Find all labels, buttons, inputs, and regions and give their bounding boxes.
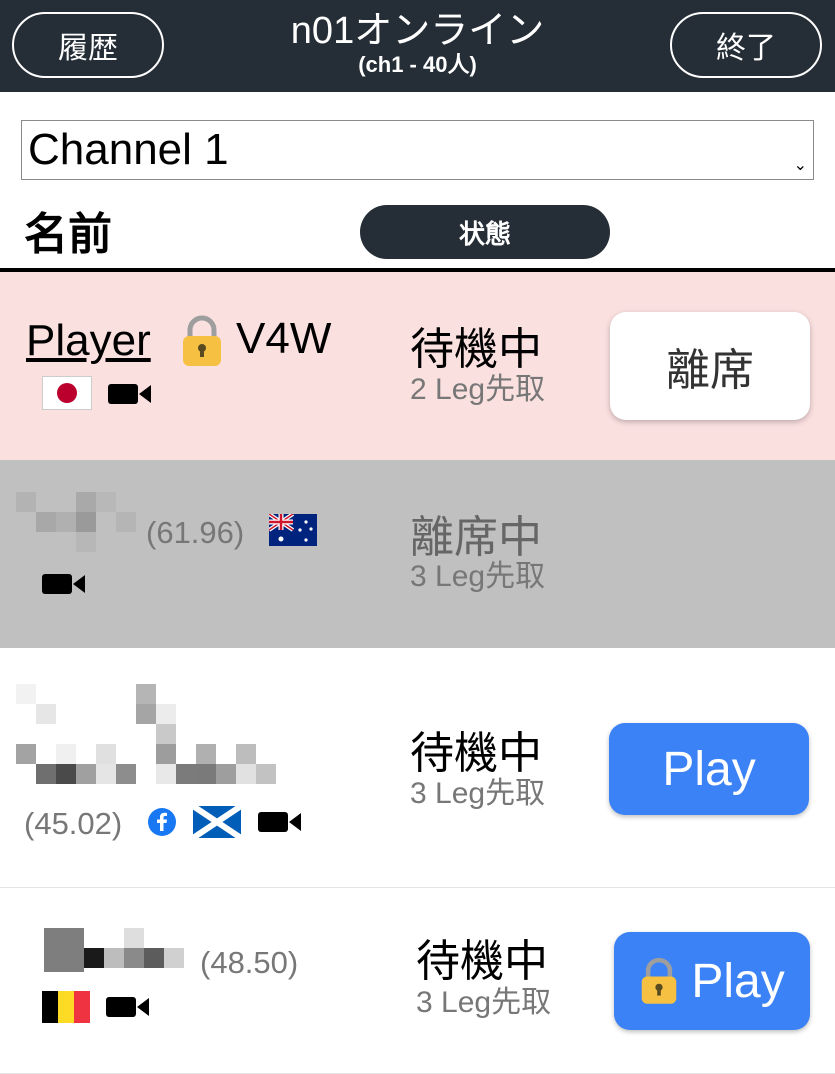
page-title: n01オンライン xyxy=(290,10,545,52)
video-icon xyxy=(42,574,85,594)
player-status: 離席中 xyxy=(410,512,542,563)
scotland-flag-icon xyxy=(193,806,241,838)
locked-play-button[interactable]: Play xyxy=(614,932,810,1030)
app-header: 履歴 n01オンライン (ch1 - 40人) 終了 xyxy=(0,0,835,92)
play-button[interactable]: Play xyxy=(609,723,809,815)
player-name-link[interactable]: Player xyxy=(26,316,151,366)
player-legs: 3 Leg先取 xyxy=(410,777,546,810)
belgium-flag-icon xyxy=(42,991,90,1023)
facebook-icon xyxy=(148,808,176,836)
player-row: (48.50) 待機中 3 Leg先取 Play xyxy=(0,888,835,1074)
player-legs: 3 Leg先取 xyxy=(410,560,546,593)
play-button-label: Play xyxy=(691,954,785,1008)
player-rating: (48.50) xyxy=(200,945,299,980)
player-rating: (61.96) xyxy=(146,515,245,550)
exit-button[interactable]: 終了 xyxy=(670,12,822,78)
player-status: 待機中 xyxy=(416,936,548,987)
column-header-status[interactable]: 状態 xyxy=(360,205,610,259)
column-header-name: 名前 xyxy=(24,209,112,260)
player-code: V4W xyxy=(236,314,332,363)
history-button[interactable]: 履歴 xyxy=(12,12,164,78)
channel-user-count: (ch1 - 40人) xyxy=(358,52,477,77)
player-legs: 3 Leg先取 xyxy=(416,986,552,1019)
video-icon xyxy=(258,812,301,832)
away-button[interactable]: 離席 xyxy=(610,312,810,420)
channel-select[interactable]: Channel 1 ⌄ xyxy=(21,120,814,180)
player-row: (61.96) 離席中 3 Leg先取 xyxy=(0,460,835,648)
player-row: Player V4W 待機中 2 Leg先取 離席 xyxy=(0,272,835,460)
video-icon xyxy=(108,384,151,404)
blurred-player-name xyxy=(16,492,140,556)
australia-flag-icon xyxy=(269,514,317,546)
lock-icon xyxy=(183,315,221,366)
player-status: 待機中 xyxy=(410,728,542,779)
channel-select-value: Channel 1 xyxy=(28,125,229,174)
player-row: (45.02) 待機中 3 Leg先取 Play xyxy=(0,648,835,888)
player-rating: (45.02) xyxy=(24,806,123,841)
blurred-player-name xyxy=(16,684,280,788)
player-name: Player xyxy=(26,316,151,365)
player-legs: 2 Leg先取 xyxy=(410,373,546,406)
chevron-down-icon: ⌄ xyxy=(793,157,807,174)
lock-icon xyxy=(642,957,677,1004)
japan-flag-icon xyxy=(42,376,92,410)
player-status: 待機中 xyxy=(410,324,542,375)
video-icon xyxy=(106,997,149,1017)
blurred-player-name xyxy=(44,928,188,972)
